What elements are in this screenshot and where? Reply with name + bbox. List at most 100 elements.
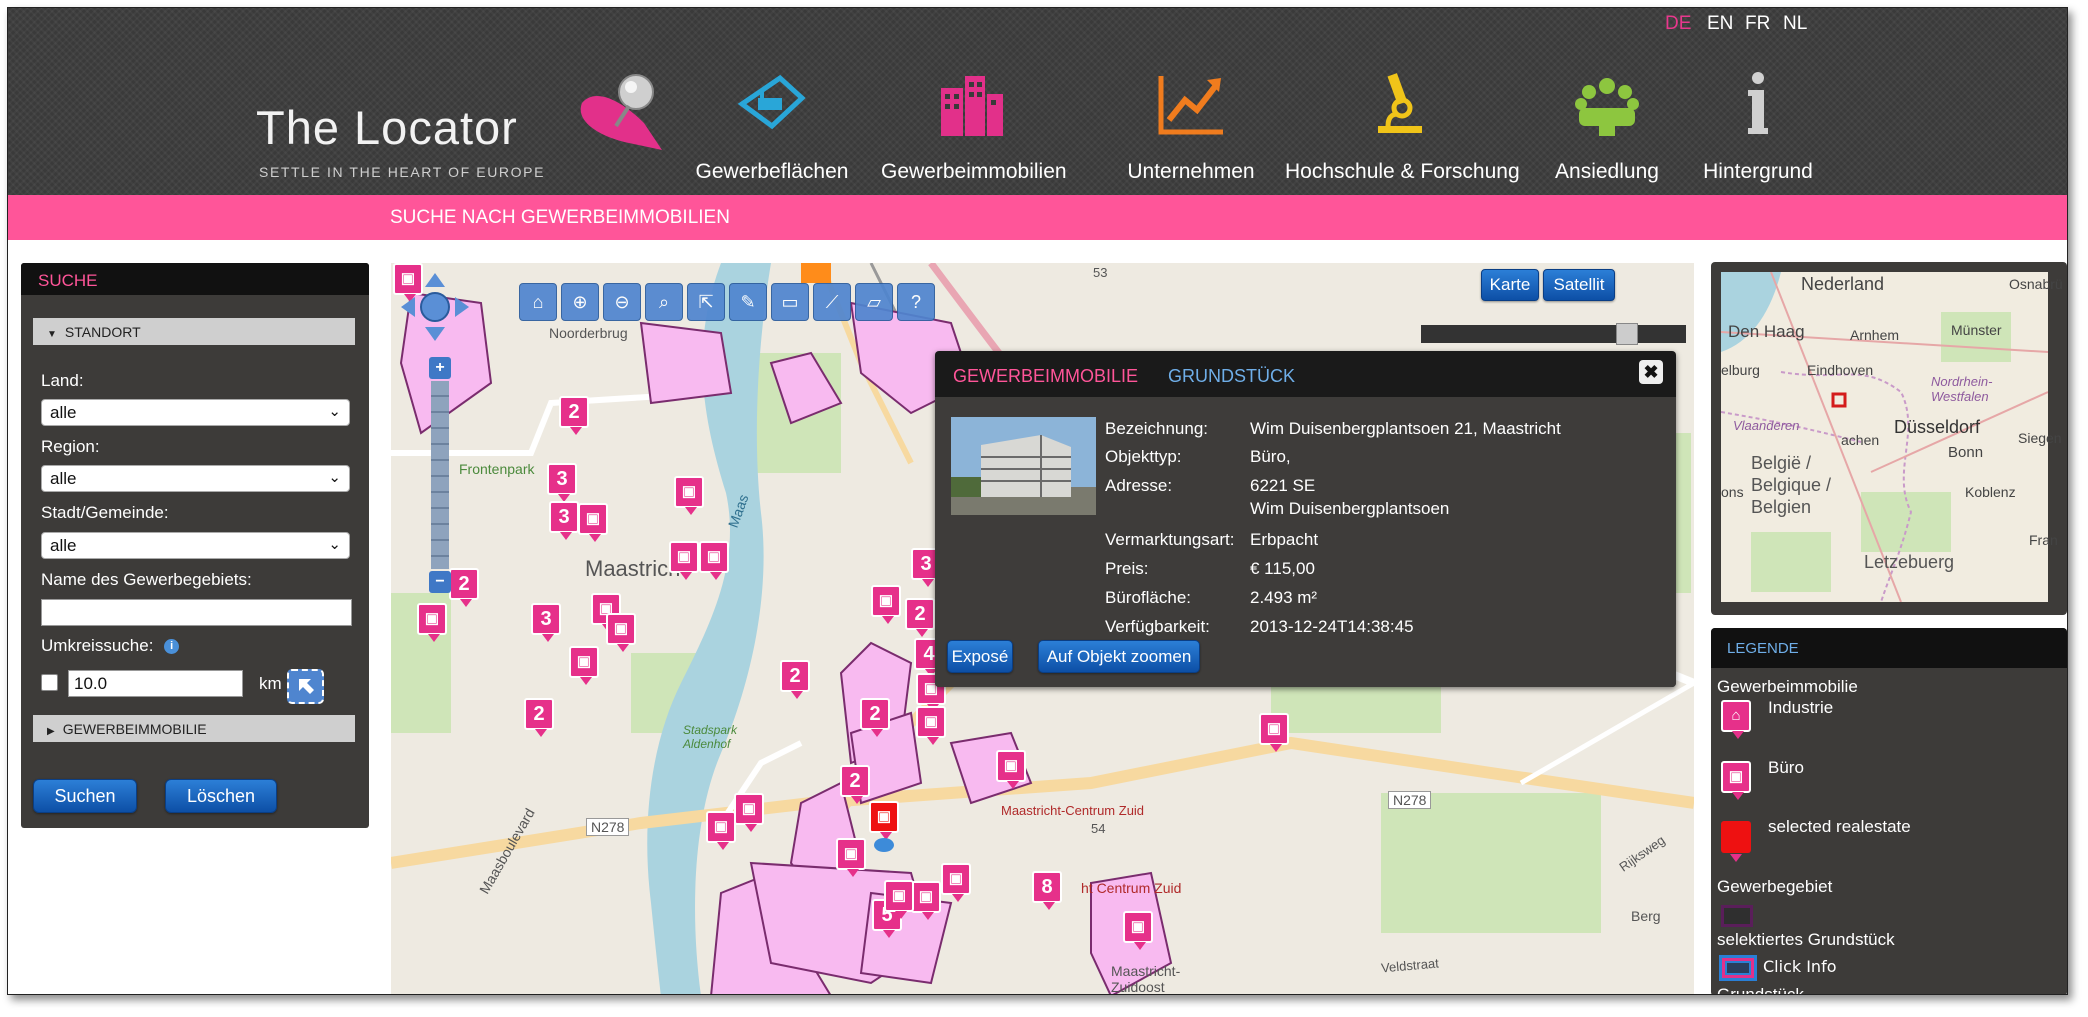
name-input[interactable]: [41, 599, 352, 626]
office-marker[interactable]: ▣: [669, 541, 699, 580]
map-label-centrum-2: ht Centrum Zuid: [1081, 880, 1182, 896]
nav-unternehmen[interactable]: Unternehmen: [1111, 68, 1271, 183]
scale-icon[interactable]: ▭: [771, 283, 809, 321]
legend-panel: LEGENDE Gewerbeimmobilie ⌂ Industrie ▣ B…: [1711, 628, 2067, 994]
zoom-out-icon[interactable]: ⊖: [603, 283, 641, 321]
measure-line-icon[interactable]: ⟋: [813, 283, 851, 321]
zoom-box-icon[interactable]: ⌕: [645, 283, 683, 321]
legend-heading: Gewerbeimmobilie: [1717, 677, 1858, 696]
map-marker[interactable]: 8: [1032, 871, 1062, 910]
map-marker[interactable]: 2: [449, 568, 479, 607]
overview-label: Arnhem: [1850, 327, 1900, 343]
map-marker[interactable]: 2: [860, 698, 890, 737]
close-icon[interactable]: ✖: [1639, 360, 1663, 384]
office-marker[interactable]: ▣: [1259, 713, 1289, 752]
map-marker[interactable]: 2: [780, 660, 810, 699]
lang-de[interactable]: DE: [1665, 13, 1691, 35]
pan-control-icon[interactable]: [399, 271, 471, 343]
caret-down-icon: ▼: [47, 329, 57, 340]
popup-tab-gewerbeimmobilie[interactable]: GEWERBEIMMOBILIE: [953, 366, 1138, 387]
zoom-in-button[interactable]: +: [429, 357, 451, 379]
office-marker[interactable]: ▣: [941, 863, 971, 902]
clear-button[interactable]: Löschen: [165, 779, 277, 813]
office-icon: ▣: [1721, 761, 1751, 800]
info-icon[interactable]: i: [164, 639, 180, 655]
office-marker[interactable]: ▣: [578, 503, 608, 542]
map-marker[interactable]: 2: [559, 396, 589, 435]
field-value: 2013-12-24T14:38:45: [1250, 617, 1414, 636]
map-label-road54: 54: [1091, 821, 1106, 836]
map-label-north: Noorderbrug: [549, 325, 628, 341]
zoom-out-button[interactable]: −: [429, 571, 451, 593]
radius-input[interactable]: 10.0: [68, 670, 243, 697]
overview-label: België / Belgique / Belgien: [1751, 453, 1832, 517]
region-select[interactable]: alle ⌄: [41, 465, 350, 492]
field-value: Büro,: [1250, 447, 1291, 466]
office-marker[interactable]: ▣: [417, 603, 447, 642]
map-marker[interactable]: 3: [531, 603, 561, 642]
search-panel-title: SUCHE: [21, 263, 369, 295]
search-button[interactable]: Suchen: [33, 779, 137, 813]
field-key: Verfügbarkeit:: [1105, 617, 1210, 636]
pan-icon[interactable]: ✎: [729, 283, 767, 321]
opacity-slider-handle[interactable]: [1616, 323, 1638, 345]
locate-button[interactable]: [287, 669, 324, 704]
office-marker[interactable]: ▣: [569, 646, 599, 685]
area-swatch-icon: [1721, 905, 1753, 927]
lang-fr[interactable]: FR: [1745, 13, 1770, 35]
overview-label: elburg: [1721, 362, 1760, 378]
measure-area-icon[interactable]: ▱: [855, 283, 893, 321]
opacity-slider[interactable]: [1421, 323, 1686, 345]
home-icon[interactable]: ⌂: [519, 283, 557, 321]
app-frame: DE EN FR NL The Locator SETTLE IN THE HE…: [7, 7, 2068, 995]
office-marker[interactable]: ▣: [1123, 911, 1153, 950]
select-value: alle: [50, 403, 77, 422]
radius-checkbox[interactable]: [41, 674, 58, 691]
popup-tab-grundstueck[interactable]: GRUNDSTÜCK: [1168, 366, 1295, 387]
office-marker[interactable]: ▣: [884, 880, 914, 919]
nav-gewerbeflaechen[interactable]: Gewerbeflächen: [693, 68, 851, 183]
office-marker[interactable]: ▣: [916, 706, 946, 745]
office-marker[interactable]: ▣: [606, 613, 636, 652]
map-marker[interactable]: 2: [905, 598, 935, 637]
office-marker[interactable]: ▣: [699, 541, 729, 580]
office-marker[interactable]: ▣: [996, 750, 1026, 789]
help-icon[interactable]: ?: [897, 283, 935, 321]
header: DE EN FR NL The Locator SETTLE IN THE HE…: [8, 8, 2067, 195]
map-marker[interactable]: 3: [549, 501, 579, 540]
office-marker[interactable]: ▣: [911, 881, 941, 920]
nav-ansiedlung[interactable]: Ansiedlung: [1548, 68, 1666, 183]
nav-gewerbeimmobilien[interactable]: Gewerbeimmobilien: [881, 68, 1067, 183]
section-bar: SUCHE NACH GEWERBEIMMOBILIEN: [8, 195, 2067, 240]
building-photo: [951, 417, 1096, 515]
nav-label: Hochschule & Forschung: [1285, 160, 1520, 183]
zoom-in-icon[interactable]: ⊕: [561, 283, 599, 321]
office-marker[interactable]: ▣: [871, 585, 901, 624]
stadt-select[interactable]: alle ⌄: [41, 532, 350, 559]
selected-realestate-marker[interactable]: ▣: [869, 801, 899, 840]
lang-nl[interactable]: NL: [1783, 13, 1807, 35]
accordion-standort[interactable]: ▼ STANDORT: [33, 318, 355, 345]
accordion-gewerbeimmobilie[interactable]: ▶ GEWERBEIMMOBILIE: [33, 715, 355, 742]
nav-hintergrund[interactable]: Hintergrund: [1698, 68, 1818, 183]
office-marker[interactable]: ▣: [674, 476, 704, 515]
expose-button[interactable]: Exposé: [947, 640, 1013, 673]
logo-title[interactable]: The Locator: [256, 100, 518, 155]
office-marker[interactable]: ▣: [734, 793, 764, 832]
legend-click-info: Click Info: [1763, 957, 1837, 976]
layer-satellit-button[interactable]: Satellit: [1543, 269, 1615, 301]
map-marker[interactable]: 2: [524, 698, 554, 737]
layer-karte-button[interactable]: Karte: [1481, 269, 1539, 301]
nav-hochschule[interactable]: Hochschule & Forschung: [1285, 68, 1520, 183]
office-marker[interactable]: ▣: [836, 838, 866, 877]
legend-industrie: Industrie: [1768, 698, 1834, 717]
office-marker[interactable]: ▣: [706, 811, 736, 850]
lang-en[interactable]: EN: [1707, 13, 1733, 35]
select-icon[interactable]: ⇱: [687, 283, 725, 321]
zoom-slider[interactable]: [431, 381, 449, 569]
map-marker[interactable]: 3: [547, 463, 577, 502]
map-marker[interactable]: 2: [840, 765, 870, 804]
land-select[interactable]: alle ⌄: [41, 399, 350, 426]
zoom-to-object-button[interactable]: Auf Objekt zoomen: [1038, 640, 1200, 673]
map-label-centrum: Maastricht-Centrum Zuid: [1001, 803, 1145, 818]
